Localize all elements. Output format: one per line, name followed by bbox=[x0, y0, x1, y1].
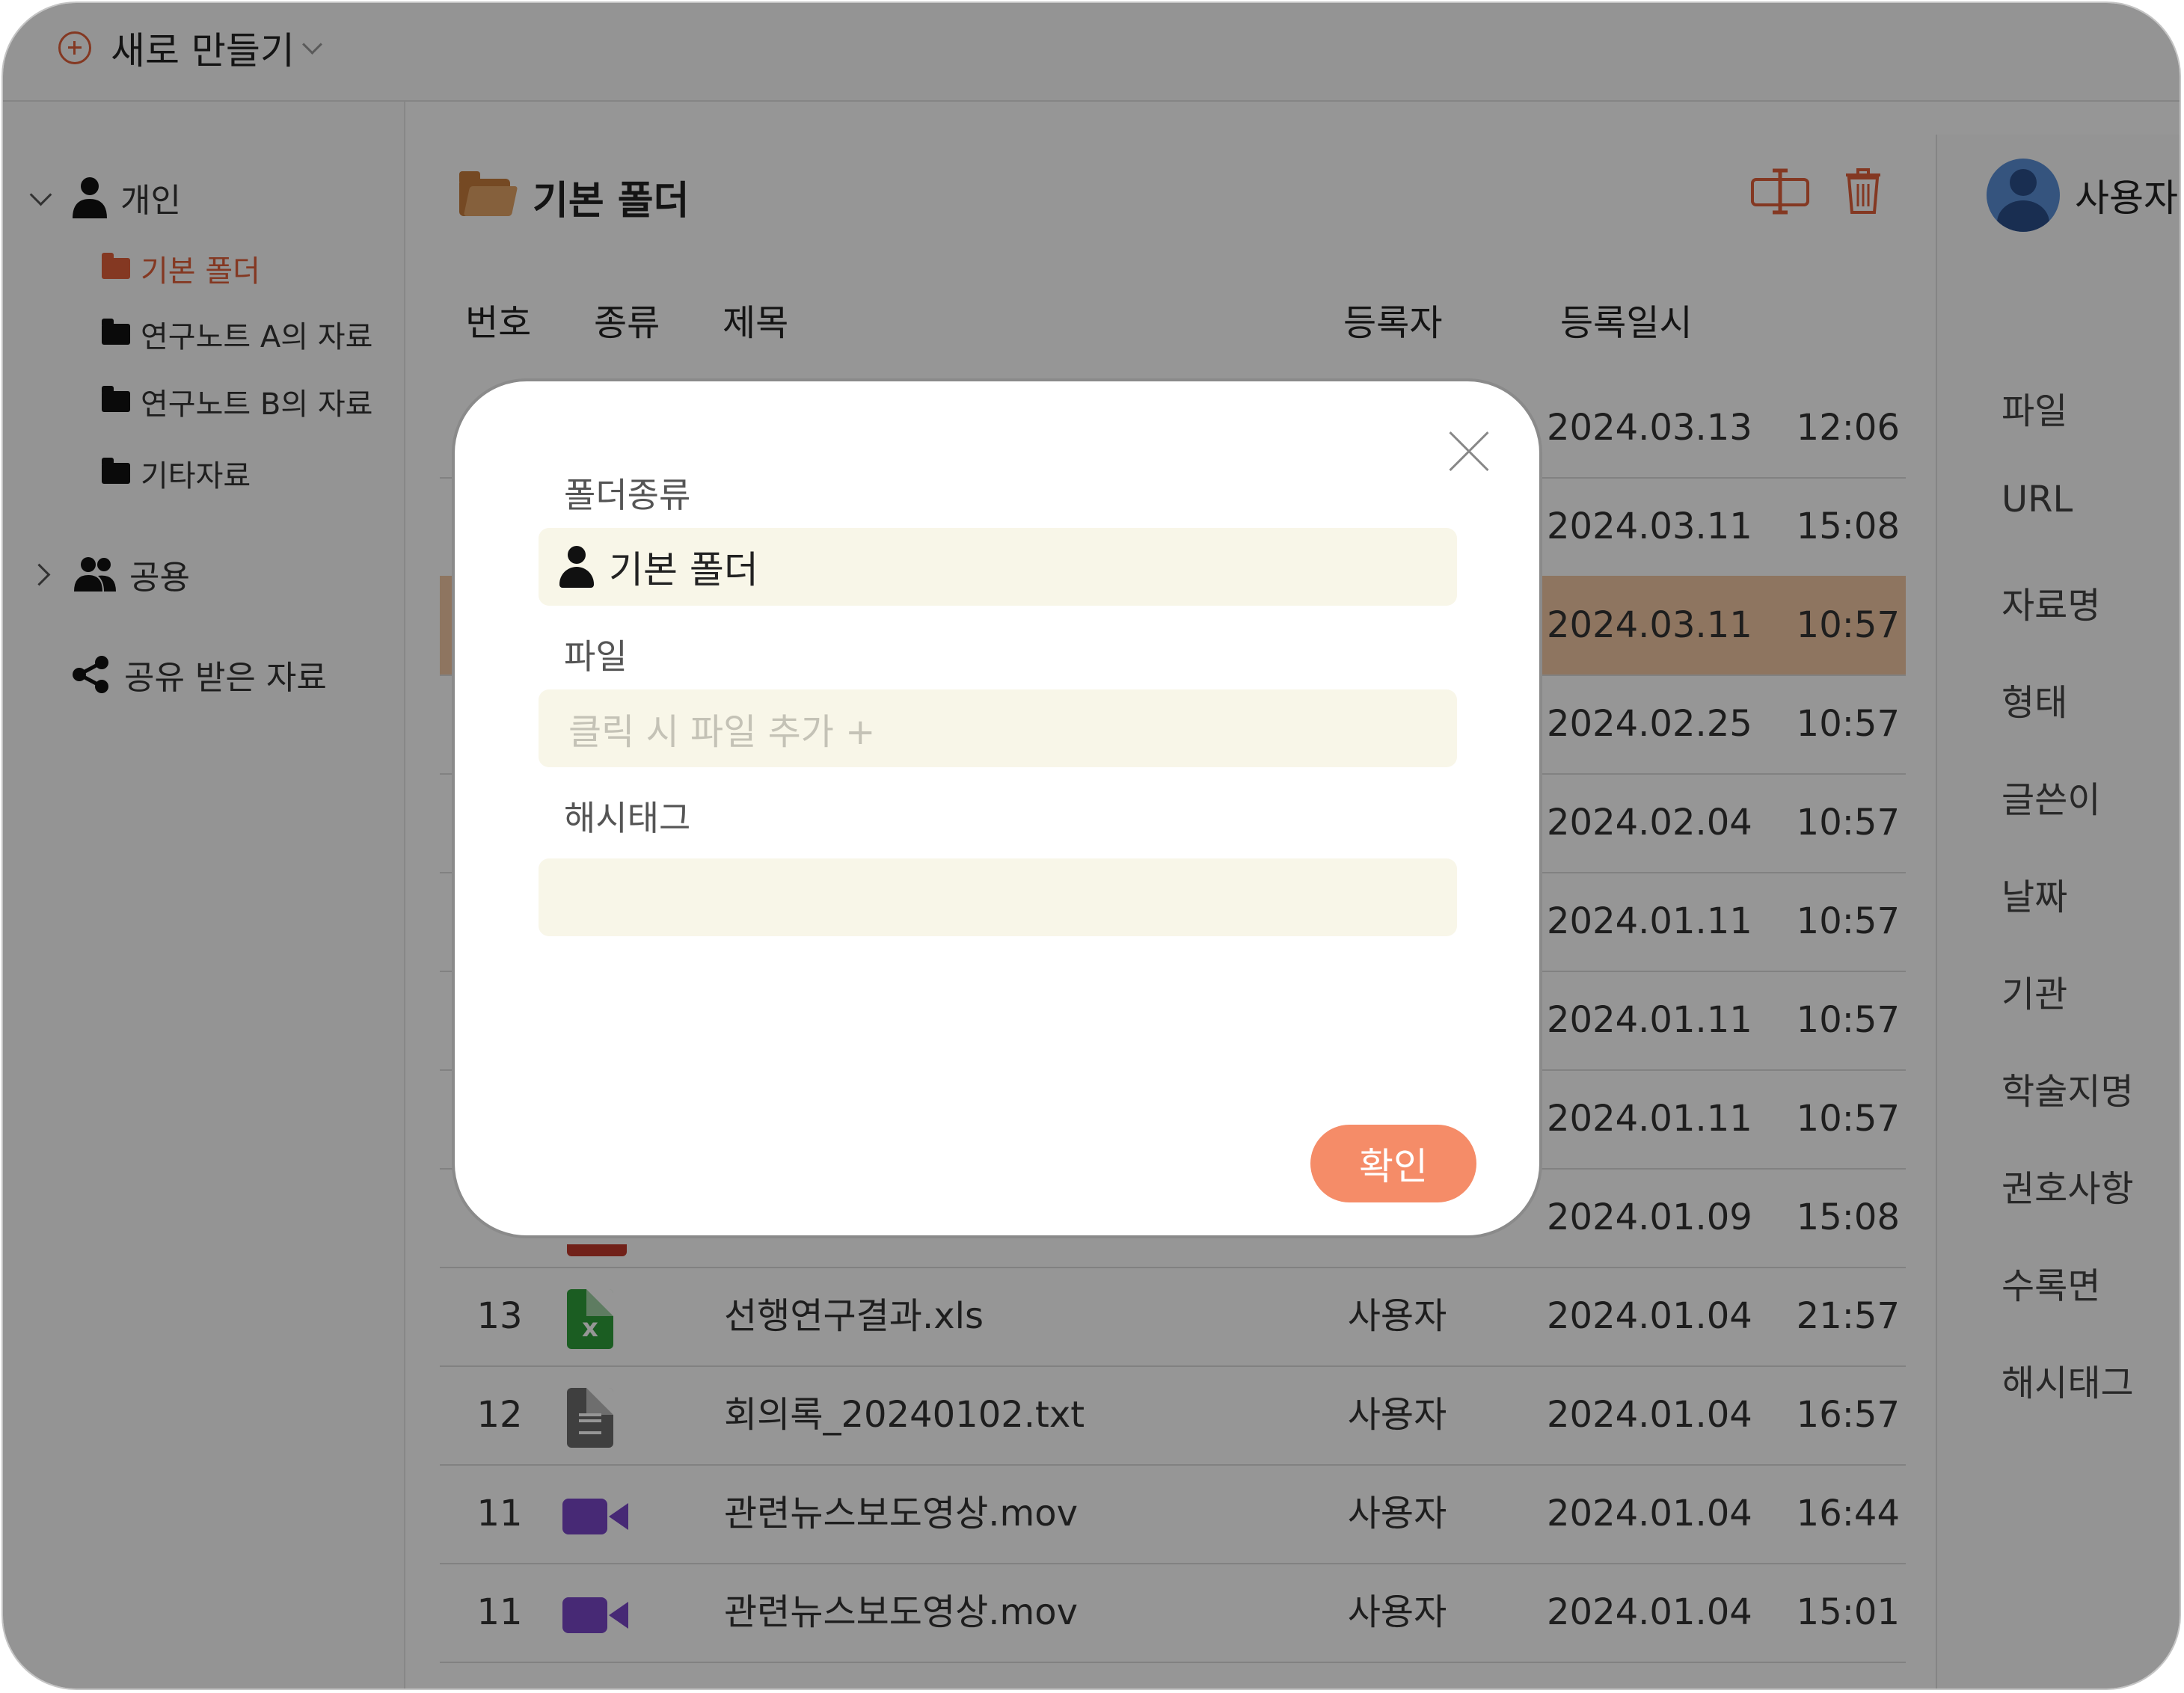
file-upload-placeholder: 클릭 시 파일 추가 + bbox=[568, 711, 876, 753]
hashtag-label: 해시태그 bbox=[564, 798, 691, 838]
folder-type-select[interactable]: 기본 폴더 bbox=[539, 528, 1457, 606]
file-upload-field[interactable]: 클릭 시 파일 추가 + bbox=[539, 689, 1457, 767]
hashtag-field[interactable] bbox=[539, 858, 1457, 936]
folder-type-label: 폴더종류 bbox=[564, 475, 691, 515]
confirm-button[interactable]: 확인 bbox=[1310, 1125, 1476, 1202]
app-window: 새로 만들기 개인 기본 폴더 연구노트 A의 자료 연구노트 B의 자료 기타… bbox=[1, 1, 2181, 1690]
hashtag-input[interactable] bbox=[539, 858, 1457, 936]
folder-type-value: 기본 폴더 bbox=[609, 548, 758, 592]
close-icon[interactable] bbox=[1447, 429, 1491, 474]
file-label: 파일 bbox=[564, 636, 628, 677]
folder-modal: 폴더종류 기본 폴더 파일 클릭 시 파일 추가 + 해시태그 확인 bbox=[452, 378, 1542, 1238]
person-icon bbox=[558, 546, 595, 588]
